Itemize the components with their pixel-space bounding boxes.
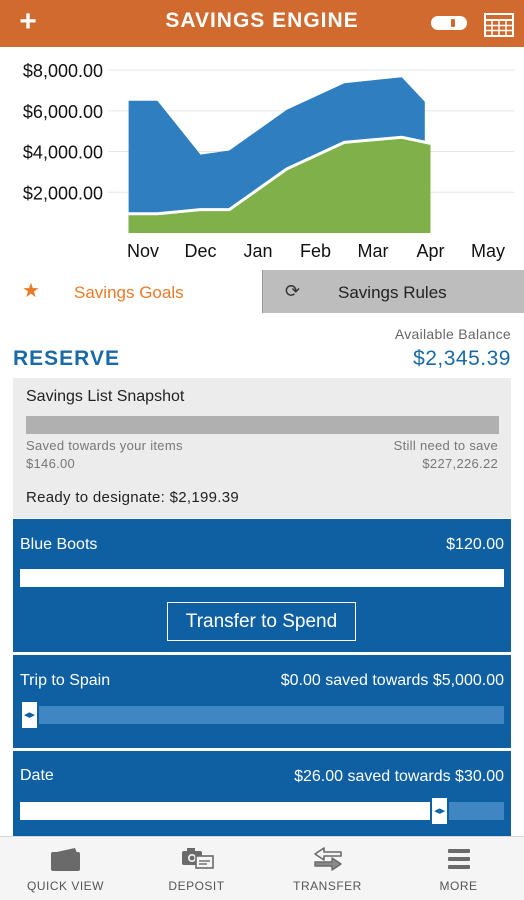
menu-icon (447, 849, 470, 869)
goal-card[interactable]: Trip to Spain $0.00 saved towards $5,000… (13, 655, 511, 748)
slider-handle[interactable]: ◂▸ (430, 796, 450, 826)
star-icon: ★ (22, 280, 40, 302)
nav-deposit[interactable]: DEPOSIT (131, 837, 262, 900)
savings-snapshot-card: Savings List Snapshot Saved towards your… (13, 378, 511, 518)
y-tick-label: $4,000.00 (23, 143, 103, 163)
slider-handle[interactable]: ◂▸ (20, 700, 39, 730)
drag-arrows-icon: ◂▸ (23, 709, 36, 721)
nav-label: TRANSFER (293, 879, 362, 893)
nav-more[interactable]: MORE (393, 837, 524, 900)
camera-check-icon (181, 848, 214, 869)
goal-progress-fill (20, 569, 504, 587)
snapshot-progress-bar (26, 416, 499, 434)
goal-amount: $0.00 saved towards $5,000.00 (280, 672, 504, 689)
tab-savings-rules[interactable]: ⟳ Savings Rules (262, 270, 524, 313)
bottom-nav: QUICK VIEW DEPOSIT TRANSFER MORE (0, 836, 524, 900)
goal-name: Blue Boots (20, 536, 98, 553)
tab-savings-rules-label: Savings Rules (338, 283, 447, 302)
goal-progress-track (20, 569, 504, 587)
nav-quick-view[interactable]: QUICK VIEW (0, 837, 131, 900)
available-balance-amount: $2,345.39 (413, 347, 511, 370)
x-tick-label: Apr (416, 241, 444, 261)
chart-svg: $2,000.00 $4,000.00 $6,000.00 $8,000.00 Nov D… (23, 61, 514, 261)
nav-label: MORE (439, 879, 478, 893)
app-header: + SAVINGS ENGINE (0, 0, 524, 47)
y-tick-label: $8,000.00 (23, 61, 103, 81)
goal-slider-track[interactable]: ◂▸ (20, 796, 504, 826)
x-tick-label: Mar (358, 241, 389, 261)
still-need-label: Still need to save (393, 438, 498, 453)
saved-towards-label: Saved towards your items (26, 438, 183, 453)
y-tick-label: $6,000.00 (23, 102, 103, 122)
still-need-value: $227,226.22 (422, 456, 498, 471)
goal-slider-track[interactable]: ◂▸ (20, 700, 504, 730)
drag-arrows-icon: ◂▸ (434, 805, 446, 817)
nav-label: DEPOSIT (168, 879, 225, 893)
snapshot-heading: Savings List Snapshot (26, 388, 185, 405)
x-tick-label: Nov (127, 241, 159, 261)
x-tick-label: Dec (184, 241, 216, 261)
account-name: RESERVE (13, 347, 120, 370)
tab-savings-goals[interactable]: ★ Savings Goals (0, 270, 262, 313)
toggle-switch[interactable] (431, 16, 467, 30)
wallet-icon (50, 848, 80, 871)
x-tick-label: Jan (243, 241, 272, 261)
ready-to-designate: Ready to designate: $2,199.39 (26, 489, 240, 506)
saved-towards-value: $146.00 (26, 456, 76, 471)
goal-card[interactable]: Blue Boots $120.00 Transfer to Spend (13, 519, 511, 652)
transfer-to-spend-button[interactable]: Transfer to Spend (167, 602, 356, 641)
nav-label: QUICK VIEW (26, 879, 104, 893)
nav-transfer[interactable]: TRANSFER (262, 837, 393, 900)
y-tick-label: $2,000.00 (23, 183, 103, 203)
goal-card[interactable]: Date $26.00 saved towards $30.00 ◂▸ (13, 751, 511, 836)
available-balance-label: Available Balance (394, 326, 511, 342)
goal-amount: $26.00 saved towards $30.00 (294, 768, 504, 785)
x-tick-label: Feb (300, 241, 331, 261)
goal-progress-fill (20, 802, 440, 820)
x-tick-label: May (471, 241, 505, 261)
tab-savings-goals-label: Savings Goals (74, 283, 184, 302)
goal-amount: $120.00 (446, 536, 504, 553)
calendar-grid-icon[interactable] (484, 13, 514, 37)
tab-bar: ★ Savings Goals ⟳ Savings Rules (0, 270, 524, 313)
savings-chart: $2,000.00 $4,000.00 $6,000.00 $8,000.00 Nov D… (0, 47, 524, 269)
goal-name: Trip to Spain (20, 672, 111, 689)
sync-icon: ⟳ (285, 281, 301, 301)
transfer-arrows-icon (313, 847, 342, 871)
goal-name: Date (20, 767, 54, 784)
toggle-knob (451, 19, 455, 27)
